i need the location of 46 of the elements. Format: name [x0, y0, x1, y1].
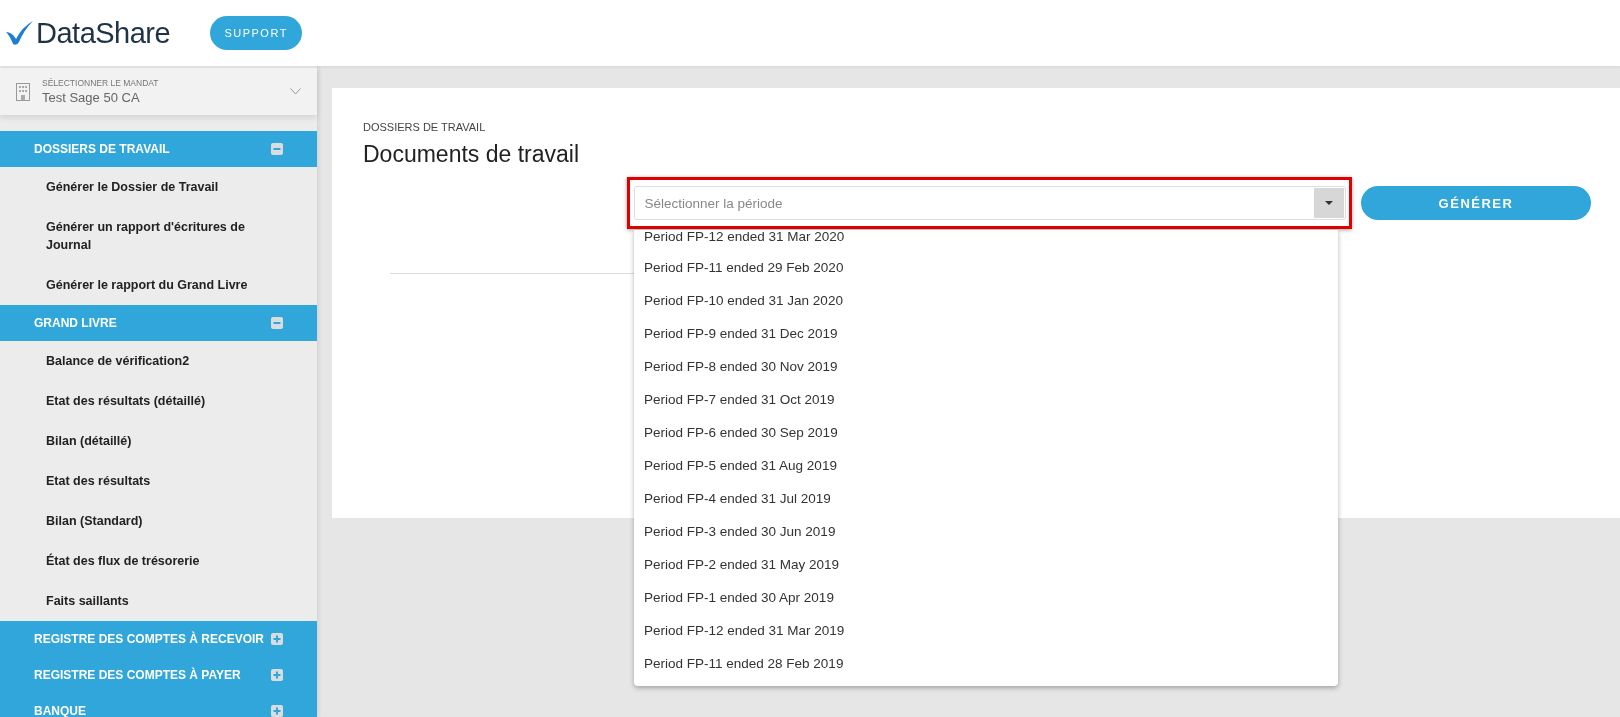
period-option[interactable]: Period FP-5 ended 31 Aug 2019	[634, 449, 1338, 482]
plus-icon[interactable]	[271, 633, 283, 645]
minus-icon[interactable]	[271, 143, 283, 155]
building-icon	[16, 82, 30, 101]
nav-item[interactable]: Faits saillants	[0, 581, 317, 621]
section-title: BANQUE	[34, 704, 86, 717]
nav-item[interactable]: Bilan (détaillé)	[0, 421, 317, 461]
period-select[interactable]: Sélectionner la période	[633, 186, 1346, 220]
minus-icon[interactable]	[271, 317, 283, 329]
checkmark-logo-icon	[6, 20, 34, 46]
nav-item[interactable]: État des flux de trésorerie	[0, 541, 317, 581]
section-title: REGISTRE DES COMPTES À RECEVOIR	[34, 632, 265, 646]
nav-item[interactable]: Etat des résultats (détaillé)	[0, 381, 317, 421]
section-title: REGISTRE DES COMPTES À PAYER	[34, 668, 241, 682]
period-option[interactable]: Period FP-12 ended 31 Mar 2020	[634, 230, 1338, 251]
period-option[interactable]: Period FP-6 ended 30 Sep 2019	[634, 416, 1338, 449]
plus-icon[interactable]	[271, 669, 283, 681]
page-title: Documents de travail	[363, 141, 581, 168]
period-option[interactable]: Period FP-10 ended 31 Jan 2020	[634, 284, 1338, 317]
nav-item[interactable]: Générer le rapport du Grand Livre	[0, 265, 317, 305]
plus-icon[interactable]	[271, 705, 283, 717]
period-option[interactable]: Period FP-11 ended 28 Feb 2019	[634, 647, 1338, 680]
period-option[interactable]: Period FP-7 ended 31 Oct 2019	[634, 383, 1338, 416]
period-option[interactable]: Period FP-12 ended 31 Mar 2019	[634, 614, 1338, 647]
period-option[interactable]: Period FP-8 ended 30 Nov 2019	[634, 350, 1338, 383]
caret-down-icon	[1324, 201, 1333, 205]
logo-text: DataShare	[36, 16, 171, 50]
period-option[interactable]: Period FP-3 ended 30 Jun 2019	[634, 515, 1338, 548]
section-title: GRAND LIVRE	[34, 316, 117, 330]
period-option[interactable]: Period FP-1 ended 30 Apr 2019	[634, 581, 1338, 614]
mandate-selector[interactable]: SÉLECTIONNER LE MANDAT Test Sage 50 CA	[0, 68, 317, 115]
nav-item[interactable]: Etat des résultats	[0, 461, 317, 501]
period-option[interactable]: Period FP-9 ended 31 Dec 2019	[634, 317, 1338, 350]
nav-item[interactable]: Générer un rapport d'écritures de Journal	[0, 207, 317, 265]
nav-item[interactable]: Balance de vérification2	[0, 341, 317, 381]
period-option[interactable]: Period FP-4 ended 31 Jul 2019	[634, 482, 1338, 515]
mandate-value: Test Sage 50 CA	[42, 90, 141, 105]
period-option[interactable]: Period FP-11 ended 29 Feb 2020	[634, 251, 1338, 284]
breadcrumb: DOSSIERS DE TRAVAIL	[363, 121, 487, 133]
period-option[interactable]: Period FP-2 ended 31 May 2019	[634, 548, 1338, 581]
mandate-label: SÉLECTIONNER LE MANDAT	[42, 78, 160, 88]
nav-item[interactable]: Bilan (Standard)	[0, 501, 317, 541]
section-title: DOSSIERS DE TRAVAIL	[34, 142, 170, 156]
nav-item[interactable]: Générer le Dossier de Travail	[0, 167, 317, 207]
dropdown-button[interactable]	[1313, 188, 1344, 218]
chevron-down-icon	[290, 88, 301, 95]
